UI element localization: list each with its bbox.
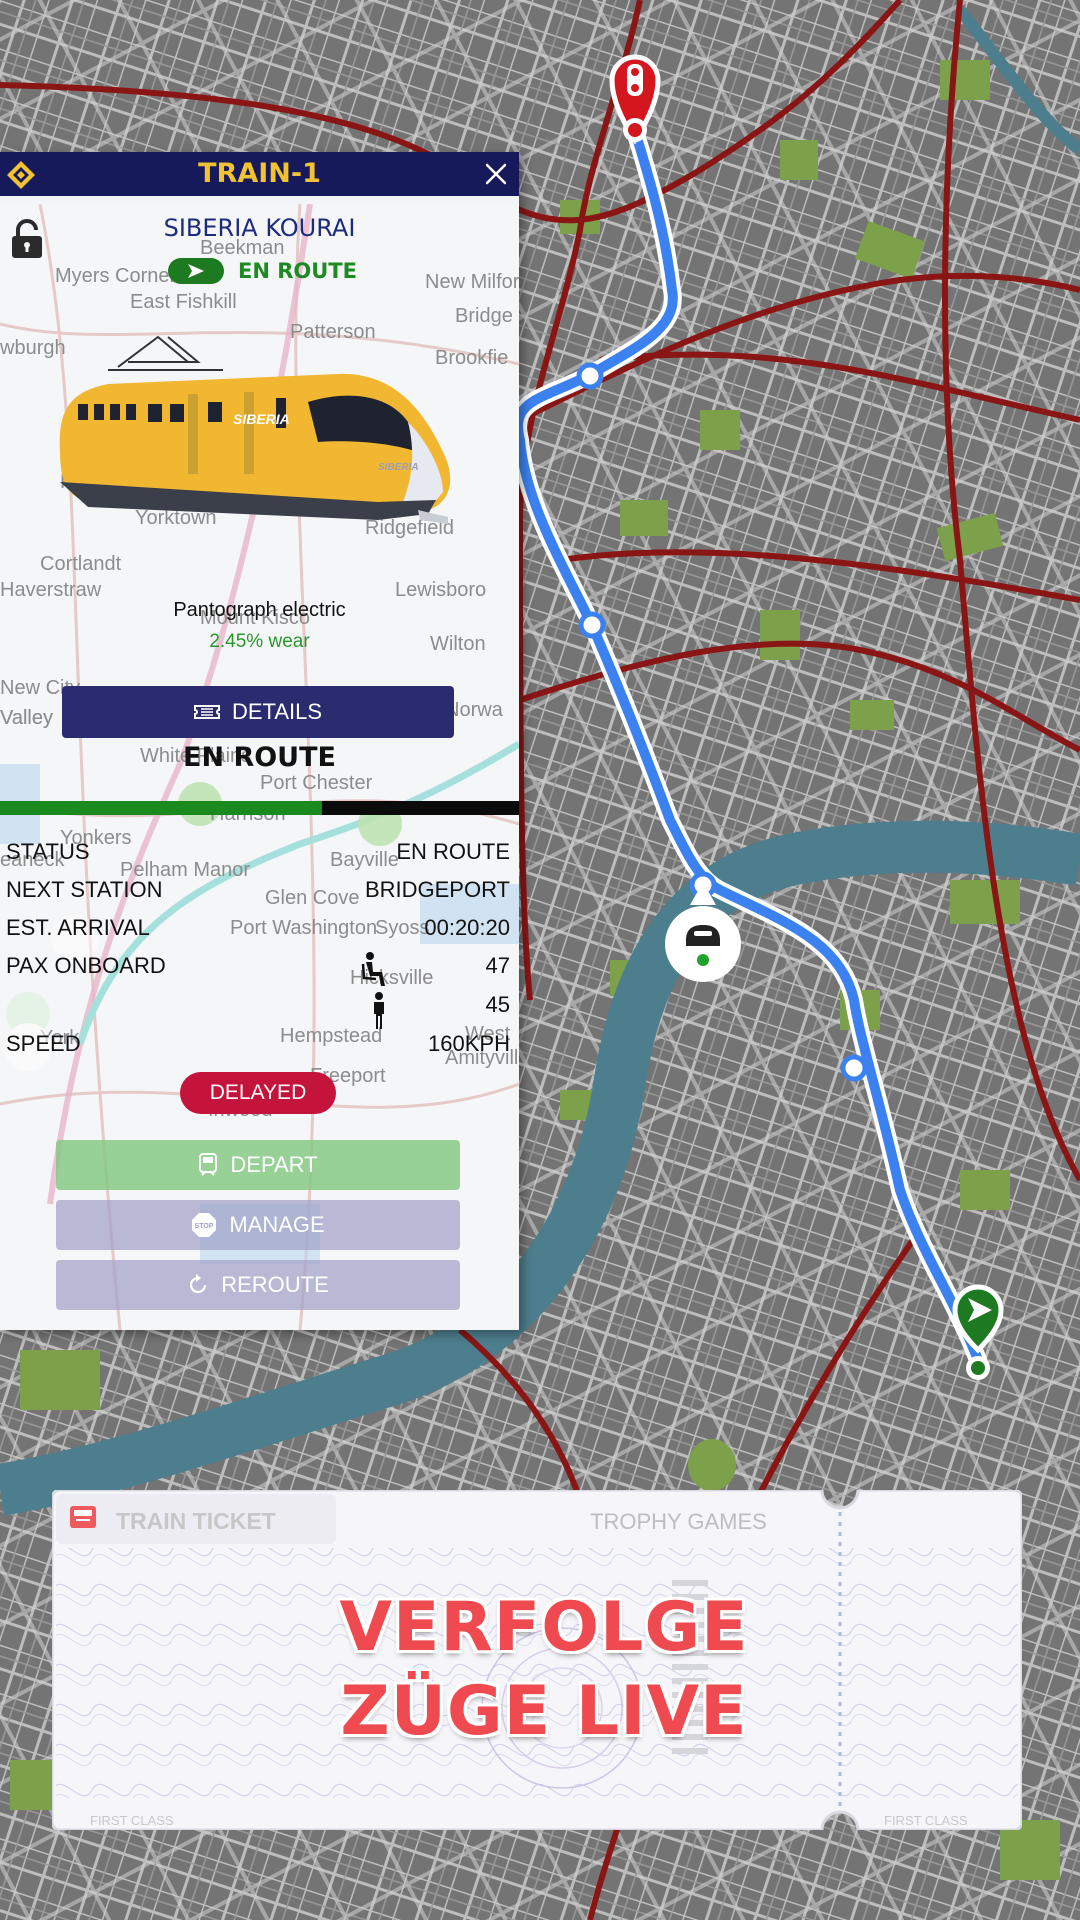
stop-sign-icon: STOP — [192, 1213, 217, 1237]
status-label: EN ROUTE — [238, 259, 357, 283]
stat-row-est-arrival: EST. ARRIVAL 00:20:20 — [6, 911, 510, 945]
stat-label: STATUS — [6, 839, 90, 864]
details-button[interactable]: DETAILS — [62, 686, 454, 738]
svg-text:Port Chester: Port Chester — [260, 772, 373, 794]
train-info-panel: Beekman Myers Corner East Fishkill Patte… — [0, 152, 519, 1330]
stat-row-status: STATUS EN ROUTE — [6, 835, 510, 869]
svg-text:East Fishkill: East Fishkill — [130, 291, 237, 313]
route-progress-bar — [0, 801, 519, 815]
stat-row-pax-onboard: PAX ONBOARD 47 — [6, 949, 510, 983]
svg-text:Lewisboro: Lewisboro — [395, 579, 486, 601]
status-indicator: EN ROUTE — [168, 256, 357, 286]
stat-value: 160KPH — [428, 1031, 510, 1056]
stat-value: 00:20:20 — [424, 915, 510, 940]
svg-text:SIBERIA: SIBERIA — [233, 411, 290, 427]
train-name: SIBERIA KOURAI — [163, 214, 356, 242]
depart-button[interactable]: DEPART — [56, 1140, 460, 1190]
delayed-badge: DELAYED — [180, 1072, 336, 1114]
panel-title: TRAIN-1 — [198, 158, 321, 189]
stat-value: EN ROUTE — [396, 839, 510, 864]
wear-level: 2.45% wear — [209, 631, 310, 652]
stat-row-speed: SPEED 160KPH — [6, 1027, 510, 1061]
standing-person-icon — [374, 992, 384, 1029]
manage-button[interactable]: STOP MANAGE — [56, 1200, 460, 1250]
seated-person-icon — [361, 952, 385, 986]
svg-text:SIBERIA: SIBERIA — [378, 462, 419, 473]
headline-line-2: ZÜGE LIVE — [340, 1672, 748, 1751]
ticket-icon — [193, 705, 220, 719]
depart-label: DEPART — [230, 1152, 318, 1177]
close-icon[interactable] — [481, 159, 511, 189]
svg-text:New Milford: New Milford — [425, 271, 519, 293]
stat-label: EST. ARRIVAL — [6, 915, 150, 940]
ticket-class-left: FIRST CLASS — [90, 1813, 174, 1828]
headline-line-1: VERFOLGE — [339, 1588, 749, 1667]
ticket-class-right: FIRST CLASS — [884, 1813, 968, 1828]
route-progress-fill — [0, 801, 322, 815]
stat-value: 45 — [485, 992, 510, 1017]
stat-value: BRIDGEPORT — [364, 877, 510, 902]
manage-label: MANAGE — [229, 1212, 325, 1237]
stat-row-pax-standing: 45 — [6, 988, 510, 1022]
svg-text:Haverstraw: Haverstraw — [0, 579, 102, 601]
details-label: DETAILS — [231, 699, 323, 724]
svg-text:Myers Corner: Myers Corner — [55, 265, 176, 287]
reroute-button[interactable]: REROUTE — [56, 1260, 460, 1310]
stat-label: NEXT STATION — [6, 877, 163, 902]
stat-label: PAX ONBOARD — [6, 953, 166, 978]
chevron-right-icon — [168, 258, 224, 284]
svg-text:STOP: STOP — [195, 1223, 214, 1230]
ticket-brand: TROPHY GAMES — [590, 1509, 767, 1534]
svg-text:Valley: Valley — [0, 707, 53, 729]
engine-type: Pantograph electric — [173, 599, 346, 621]
ticket-label: TRAIN TICKET — [116, 1508, 276, 1534]
stat-label: SPEED — [6, 1031, 81, 1056]
stat-value: 47 — [485, 953, 510, 978]
svg-text:Bridge: Bridge — [455, 305, 513, 327]
train-front-icon — [199, 1153, 218, 1176]
stat-row-next-station: NEXT STATION BRIDGEPORT — [6, 873, 510, 907]
reroute-label: REROUTE — [221, 1272, 329, 1297]
train-image: SIBERIA SIBERIA — [59, 335, 451, 524]
status-heading: EN ROUTE — [183, 742, 336, 773]
refresh-icon — [190, 1274, 207, 1294]
